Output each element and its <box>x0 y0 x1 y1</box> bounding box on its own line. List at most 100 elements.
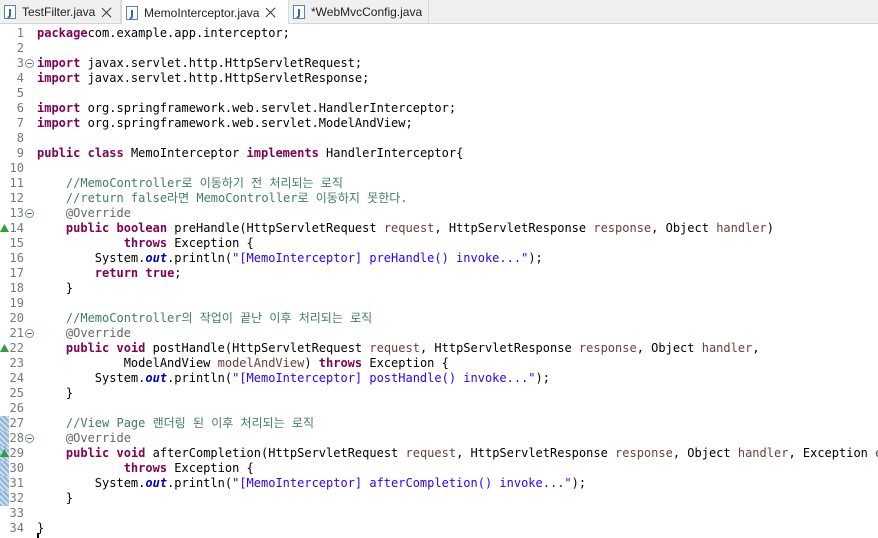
line-number: 24 <box>9 371 24 385</box>
code-text: System.out.println("[MemoInterceptor] af… <box>37 476 586 491</box>
code-token: throws <box>123 236 168 250</box>
code-line[interactable]: 25 } <box>0 386 878 401</box>
code-token: , Object <box>636 341 702 355</box>
code-text: //return false라면 MemoController로 이동하지 못한… <box>37 191 408 206</box>
line-number: 6 <box>16 101 24 115</box>
code-token: } <box>37 281 74 295</box>
code-line[interactable]: 27 //View Page 랜더링 된 이후 처리되는 로직 <box>0 416 878 431</box>
code-line[interactable]: 16 System.out.println("[MemoInterceptor]… <box>0 251 878 266</box>
code-token: @Override <box>65 206 131 220</box>
code-token: Exception { <box>167 236 254 250</box>
code-token: ModelAndView <box>37 356 218 370</box>
code-line[interactable]: 3 import javax.servlet.http.HttpServletRe… <box>0 56 878 71</box>
code-line[interactable]: 31 System.out.println("[MemoInterceptor]… <box>0 476 878 491</box>
code-line[interactable]: 30 throws Exception { <box>0 461 878 476</box>
code-line[interactable]: 9 public class MemoInterceptor implements… <box>0 146 878 161</box>
code-token: ) <box>304 356 319 370</box>
line-number: 9 <box>16 146 24 160</box>
code-line[interactable]: 14 public boolean preHandle(HttpServletR… <box>0 221 878 236</box>
line-number: 19 <box>9 296 24 310</box>
code-line[interactable]: 2 <box>0 41 878 56</box>
code-line[interactable]: 28 @Override <box>0 431 878 446</box>
code-token: org.springframework.web.servlet.HandlerI… <box>80 101 457 115</box>
code-line[interactable]: 23 ModelAndView modelAndView) throws Exc… <box>0 356 878 371</box>
code-line[interactable]: 13 @Override <box>0 206 878 221</box>
svg-text:J: J <box>129 9 134 20</box>
code-line[interactable]: 22 public void postHandle(HttpServletReq… <box>0 341 878 356</box>
code-line[interactable]: 20 //MemoController의 작업이 끝난 이후 처리되는 로직 <box>0 311 878 326</box>
code-text: packagecom.example.app.interceptor; <box>37 26 290 41</box>
line-number: 2 <box>16 41 24 55</box>
code-line[interactable]: 17 return true; <box>0 266 878 281</box>
tab-webmvcconfig[interactable]: J *WebMvcConfig.java <box>289 0 429 24</box>
code-token: throws <box>318 356 363 370</box>
tab-testfilter[interactable]: J TestFilter.java <box>0 0 121 24</box>
code-line[interactable]: 26 <box>0 401 878 416</box>
code-line[interactable]: 4 import javax.servlet.http.HttpServletRe… <box>0 71 878 86</box>
code-line[interactable]: 8 <box>0 131 878 146</box>
code-editor[interactable]: 1 packagecom.example.app.interceptor; 2 3 im… <box>0 24 878 538</box>
tab-memointerceptor[interactable]: J MemoInterceptor.java <box>121 0 289 25</box>
tab-label: *WebMvcConfig.java <box>311 5 423 19</box>
code-line[interactable]: 34} <box>0 521 878 536</box>
code-line[interactable]: 1 packagecom.example.app.interceptor; <box>0 26 878 41</box>
code-text: //MemoController로 이동하기 전 처리되는 로직 <box>37 176 343 191</box>
code-line[interactable]: 10 <box>0 161 878 176</box>
line-number: 30 <box>9 461 24 475</box>
code-line[interactable]: 29 public void afterCompletion(HttpServl… <box>0 446 878 461</box>
code-line[interactable]: 19 <box>0 296 878 311</box>
svg-text:J: J <box>296 8 301 19</box>
code-text: import org.springframework.web.servlet.M… <box>37 116 413 131</box>
override-marker-icon[interactable] <box>0 449 9 457</box>
code-line[interactable]: 6 import org.springframework.web.servlet.… <box>0 101 878 116</box>
code-token: } <box>37 491 74 505</box>
code-token: out <box>145 371 168 385</box>
code-line[interactable]: 12 //return false라면 MemoController로 이동하지… <box>0 191 878 206</box>
code-token: import <box>37 56 81 70</box>
override-marker-icon[interactable] <box>0 344 9 352</box>
code-token: afterCompletion(HttpServletRequest <box>145 446 406 460</box>
fold-collapse-icon[interactable] <box>25 209 34 218</box>
code-token: package <box>37 26 88 40</box>
code-token: , Exception <box>788 446 876 460</box>
code-line[interactable]: 24 System.out.println("[MemoInterceptor]… <box>0 371 878 386</box>
line-number: 15 <box>9 236 24 250</box>
fold-collapse-icon[interactable] <box>25 434 34 443</box>
code-token: request <box>383 221 435 235</box>
code-token: //return false라면 MemoController로 이동하지 못한… <box>65 191 408 205</box>
code-token: return <box>94 266 139 280</box>
override-marker-icon[interactable] <box>0 224 9 232</box>
line-number: 31 <box>9 476 24 490</box>
code-line[interactable]: 33 <box>0 506 878 521</box>
code-token: @Override <box>65 326 131 340</box>
code-line[interactable]: 11 //MemoController로 이동하기 전 처리되는 로직 <box>0 176 878 191</box>
code-text: @Override <box>37 326 131 341</box>
code-line[interactable]: 7 import org.springframework.web.servlet.… <box>0 116 878 131</box>
close-icon[interactable] <box>101 7 112 18</box>
code-token: throws <box>123 461 168 475</box>
code-token: System. <box>37 371 146 385</box>
code-line[interactable]: 32 } <box>0 491 878 506</box>
line-number: 23 <box>9 356 24 370</box>
code-token: out <box>145 251 168 265</box>
code-line[interactable]: 21 @Override <box>0 326 878 341</box>
code-token: true <box>145 266 175 280</box>
code-token: //MemoController로 이동하기 전 처리되는 로직 <box>65 176 343 190</box>
code-line[interactable]: 18 } <box>0 281 878 296</box>
fold-collapse-icon[interactable] <box>25 59 34 68</box>
code-line[interactable]: 5 <box>0 86 878 101</box>
fold-collapse-icon[interactable] <box>25 329 34 338</box>
code-token: //View Page 랜더링 된 이후 처리되는 로직 <box>65 416 314 430</box>
close-icon[interactable] <box>265 7 276 18</box>
line-number: 28 <box>9 431 24 445</box>
code-line[interactable]: 15 throws Exception { <box>0 236 878 251</box>
editor-tab-bar: J TestFilter.java J MemoInterceptor.java… <box>0 0 878 25</box>
code-token: Exception { <box>167 461 254 475</box>
